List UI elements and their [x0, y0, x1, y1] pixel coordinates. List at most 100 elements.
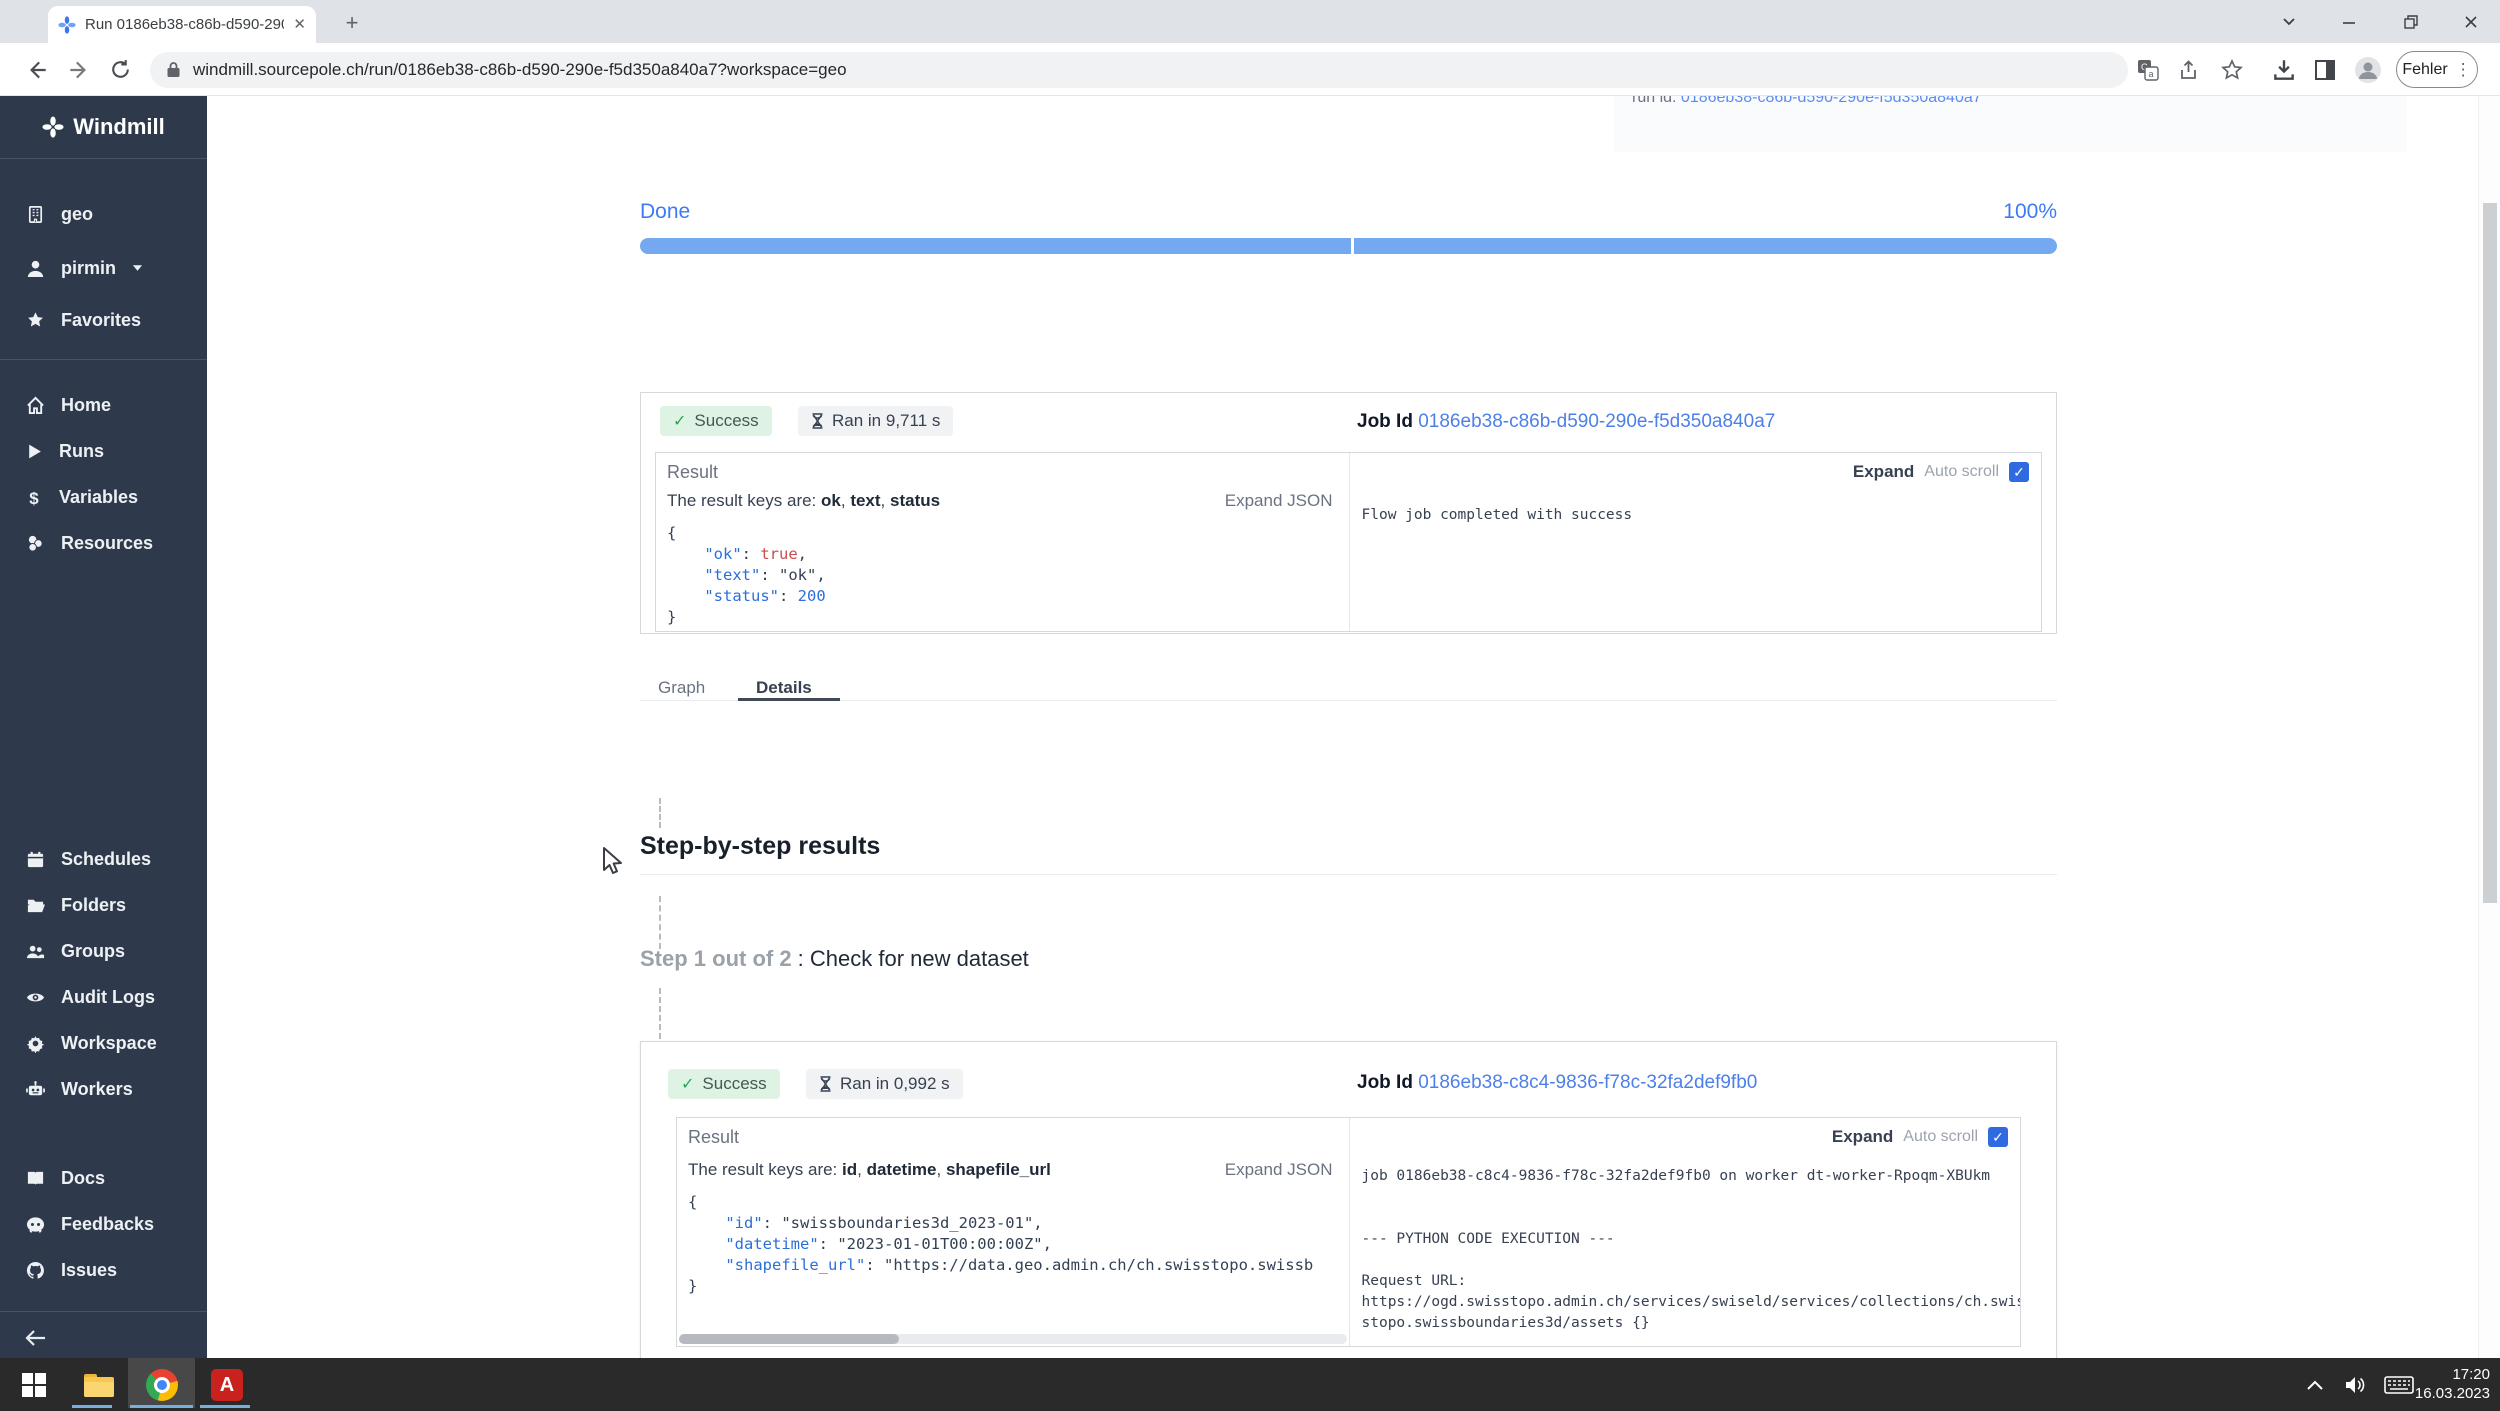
window-minimize-button[interactable]: [2334, 8, 2364, 36]
auto-scroll-label: Auto scroll: [1903, 1128, 1978, 1146]
horizontal-scrollbar[interactable]: [679, 1334, 1347, 1344]
browser-toolbar: windmill.sourcepole.ch/run/0186eb38-c86b…: [0, 43, 2500, 96]
check-icon: ✓: [673, 411, 686, 431]
sidebar-item-workspace-geo[interactable]: geo: [0, 191, 207, 237]
step1-title: Step 1 out of 2 : Check for new dataset: [640, 946, 1029, 972]
volume-icon[interactable]: [2344, 1358, 2368, 1411]
divider: [640, 874, 2057, 875]
share-icon[interactable]: [2178, 58, 2202, 87]
flow-result-card: ✓ Success Ran in 9,711 s Job Id 0186eb38…: [640, 392, 2057, 634]
browser-scrollbar[interactable]: [2478, 96, 2500, 1358]
sidebar-item-variables[interactable]: $ Variables: [0, 474, 207, 520]
scrollbar-thumb[interactable]: [679, 1334, 899, 1344]
sidebar-item-resources[interactable]: Resources: [0, 520, 207, 566]
result-keys-line: The result keys are: id, datetime, shape…: [688, 1160, 1051, 1180]
window-close-button[interactable]: [2456, 8, 2486, 36]
new-tab-button[interactable]: +: [338, 10, 366, 38]
book-icon: [26, 1169, 45, 1188]
tab-graph[interactable]: Graph: [658, 678, 705, 698]
browser-tab[interactable]: Run 0186eb38-c86b-d590-290e- ✕: [48, 6, 316, 43]
tab-details[interactable]: Details: [756, 678, 812, 698]
address-bar[interactable]: windmill.sourcepole.ch/run/0186eb38-c86b…: [150, 52, 2128, 88]
progress-status: Done: [640, 200, 690, 224]
acrobat-icon[interactable]: A: [208, 1366, 246, 1404]
main-content: run id: 0186eb38-c86b-d590-290e-f5d350a8…: [207, 96, 2500, 1358]
sidebar-collapse-button[interactable]: [0, 1312, 207, 1353]
flow-log: Flow job completed with success: [1362, 505, 1633, 526]
sidebar-item-workers[interactable]: Workers: [0, 1066, 207, 1112]
app-open-indicator: [72, 1405, 112, 1408]
browser-tabstrip: Run 0186eb38-c86b-d590-290e- ✕ +: [0, 0, 2500, 43]
taskbar-clock[interactable]: 17:20 16.03.2023: [2415, 1365, 2490, 1403]
gear-icon: [26, 1034, 45, 1053]
url-text: windmill.sourcepole.ch/run/0186eb38-c86b…: [193, 60, 847, 80]
chrome-icon[interactable]: [143, 1366, 181, 1404]
reload-icon[interactable]: [108, 57, 133, 87]
forward-icon[interactable]: [66, 57, 92, 88]
duration-badge: Ran in 0,992 s: [806, 1069, 963, 1099]
groups-icon: [26, 942, 45, 961]
sidebar-item-folders[interactable]: Folders: [0, 882, 207, 928]
sidebar-item-schedules[interactable]: Schedules: [0, 836, 207, 882]
job-id-link[interactable]: 0186eb38-c86b-d590-290e-f5d350a840a7: [1418, 411, 1775, 432]
auto-scroll-checkbox[interactable]: ✓: [1988, 1127, 2008, 1147]
dollar-icon: $: [26, 488, 43, 507]
step-connector: [659, 896, 661, 949]
progress-percent: 100%: [2003, 200, 2057, 224]
sidebar-item-workspace-settings[interactable]: Workspace: [0, 1020, 207, 1066]
sidebar-item-issues[interactable]: Issues: [0, 1247, 207, 1293]
sidebar-item-user[interactable]: pirmin: [0, 245, 207, 291]
result-label: Result: [667, 462, 718, 483]
sidebar-item-groups[interactable]: Groups: [0, 928, 207, 974]
discord-icon: [26, 1215, 45, 1234]
robot-icon: [26, 1080, 45, 1099]
tab-search-icon[interactable]: [2274, 8, 2304, 36]
translate-icon[interactable]: Ga: [2136, 58, 2160, 87]
expand-logs-button[interactable]: Expand: [1853, 462, 1914, 482]
windmill-brand[interactable]: Windmill: [0, 96, 207, 158]
back-icon[interactable]: [24, 57, 50, 88]
result-label: Result: [688, 1127, 739, 1148]
start-button[interactable]: [22, 1373, 46, 1397]
auto-scroll-checkbox[interactable]: ✓: [2009, 462, 2029, 482]
lock-icon: [166, 61, 181, 79]
taskbar: A 17:20 16.03.2023: [0, 1358, 2500, 1411]
step1-card: ✓ Success Ran in 0,992 s Job Id 0186eb38…: [640, 1041, 2057, 1358]
menu-dots-icon[interactable]: ⋮: [2455, 60, 2472, 80]
keyboard-icon[interactable]: [2384, 1358, 2414, 1411]
expand-logs-button[interactable]: Expand: [1832, 1127, 1893, 1147]
expand-json-button[interactable]: Expand JSON: [1225, 491, 1333, 511]
auto-scroll-label: Auto scroll: [1924, 463, 1999, 481]
tab-title: Run 0186eb38-c86b-d590-290e-: [85, 16, 284, 33]
sidebar-item-favorites[interactable]: Favorites: [0, 297, 207, 343]
active-tab-underline: [738, 698, 840, 701]
sidebar-item-home[interactable]: Home: [0, 382, 207, 428]
profile-avatar[interactable]: [2354, 56, 2382, 89]
scrollbar-thumb[interactable]: [2483, 203, 2497, 903]
expand-json-button[interactable]: Expand JSON: [1225, 1160, 1333, 1180]
result-pane: Result The result keys are: ok, text, st…: [656, 453, 1349, 631]
side-panel-icon[interactable]: [2313, 58, 2337, 87]
folder-icon: [26, 896, 45, 915]
sidebar-item-runs[interactable]: Runs: [0, 428, 207, 474]
file-explorer-icon[interactable]: [80, 1366, 118, 1404]
step-connector: [659, 798, 661, 828]
sidebar-item-feedbacks[interactable]: Feedbacks: [0, 1201, 207, 1247]
sidebar-item-audit-logs[interactable]: Audit Logs: [0, 974, 207, 1020]
window-restore-button[interactable]: [2396, 8, 2426, 36]
progress-bar-divider: [1351, 238, 1354, 254]
mouse-cursor: [598, 846, 626, 878]
duration-badge: Ran in 9,711 s: [798, 406, 953, 436]
app-open-indicator: [130, 1405, 193, 1408]
eye-icon: [26, 988, 45, 1007]
browser-error-button[interactable]: Fehler ⋮: [2396, 51, 2478, 88]
sidebar-item-docs[interactable]: Docs: [0, 1155, 207, 1201]
tab-close-icon[interactable]: ✕: [293, 17, 306, 32]
tray-chevron-icon[interactable]: [2306, 1358, 2324, 1411]
job-id-link[interactable]: 0186eb38-c8c4-9836-f78c-32fa2def9fb0: [1418, 1072, 1757, 1093]
bookmark-star-icon[interactable]: [2220, 58, 2244, 87]
github-icon: [26, 1261, 45, 1280]
success-badge: ✓ Success: [668, 1069, 780, 1099]
download-icon[interactable]: [2271, 57, 2297, 88]
svg-text:a: a: [2149, 69, 2154, 79]
